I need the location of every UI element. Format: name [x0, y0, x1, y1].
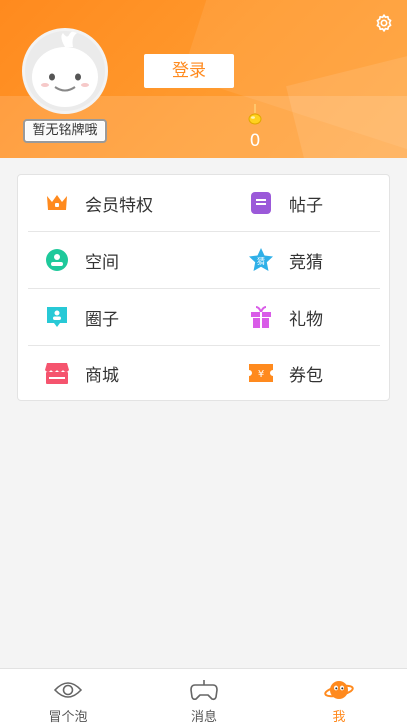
menu-item-space[interactable]: 空间	[18, 232, 178, 288]
menu-item-label: 竞猜	[289, 252, 323, 273]
eye-icon	[52, 677, 84, 703]
menu-item-label: 商城	[85, 365, 119, 386]
shop-icon	[44, 360, 70, 386]
gear-icon[interactable]	[373, 12, 395, 34]
bottom-tab-bar: 冒个泡 消息 我	[0, 668, 407, 724]
crown-icon	[44, 190, 70, 216]
menu-item-mall[interactable]: 商城	[18, 345, 178, 401]
menu-item-posts[interactable]: 帖子	[222, 175, 382, 231]
menu-item-label: 会员特权	[85, 195, 153, 216]
menu-item-label: 空间	[85, 252, 119, 273]
default-avatar-face-icon	[32, 31, 98, 107]
coin-icon	[244, 104, 266, 130]
menu-item-coupons[interactable]: ¥ 券包	[222, 345, 382, 401]
tab-label: 消息	[190, 710, 217, 724]
coin-count: 0	[249, 131, 261, 151]
menu-item-circles[interactable]: 圈子	[18, 289, 178, 345]
tab-label: 我	[332, 710, 346, 724]
coupon-icon: ¥	[248, 360, 274, 386]
menu-item-gifts[interactable]: 礼物	[222, 289, 382, 345]
planet-icon	[323, 677, 355, 703]
profile-space-icon	[44, 247, 70, 273]
tab-bubble[interactable]: 冒个泡	[0, 669, 136, 724]
gift-icon	[248, 304, 274, 330]
menu-item-guess[interactable]: 猜 竞猜	[222, 232, 382, 288]
tab-label: 冒个泡	[48, 710, 88, 724]
gamepad-icon	[188, 677, 220, 703]
menu-item-label: 券包	[289, 365, 323, 386]
menu-item-label: 礼物	[289, 309, 323, 330]
menu-item-label: 帖子	[289, 195, 323, 216]
avatar[interactable]	[22, 28, 108, 114]
guess-icon-text: 猜	[257, 256, 265, 266]
profile-header: 暂无铭牌哦 登录 0	[0, 0, 407, 158]
menu-item-label: 圈子	[85, 309, 119, 330]
feature-menu-card: 会员特权 帖子 空间 猜 竞猜 圈子 礼物 商城 ¥ 券包	[17, 174, 390, 401]
circle-group-icon	[44, 304, 70, 330]
note-icon	[248, 190, 274, 216]
tab-me[interactable]: 我	[271, 669, 407, 724]
menu-item-vip[interactable]: 会员特权	[18, 175, 178, 231]
tab-messages[interactable]: 消息	[136, 669, 272, 724]
coupon-icon-text: ¥	[258, 369, 264, 380]
nameplate-badge: 暂无铭牌哦	[23, 119, 107, 143]
guess-star-icon: 猜	[248, 247, 274, 273]
login-button[interactable]: 登录	[144, 54, 234, 88]
